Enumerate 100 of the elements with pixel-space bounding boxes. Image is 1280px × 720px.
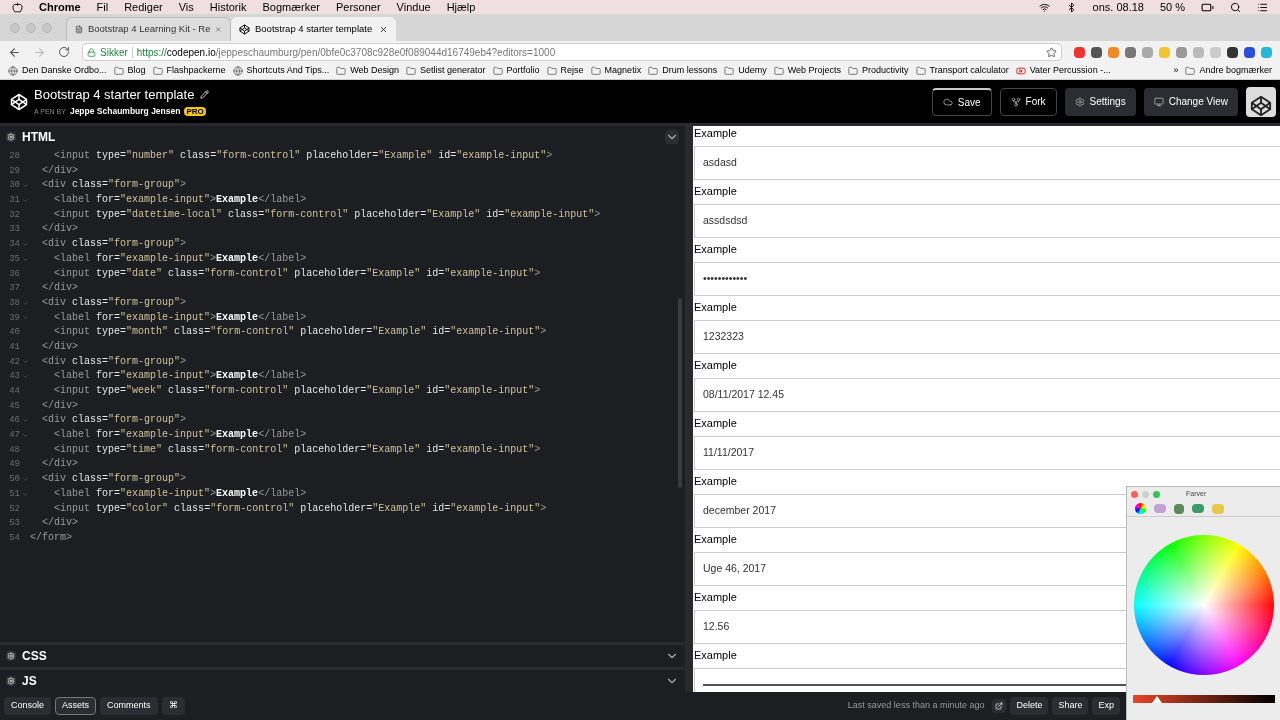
line-number: 47 (0, 428, 30, 443)
input-field[interactable]: assdsdsd (694, 204, 1280, 238)
image-tab-icon[interactable] (1192, 504, 1204, 513)
folder-icon (113, 66, 124, 76)
input-field[interactable]: asdasd (694, 146, 1280, 180)
footer-button[interactable]: ⌘ (161, 697, 185, 715)
footer-button[interactable]: Delete (1010, 697, 1049, 715)
bookmark-item[interactable]: Den Danske Ordbo... (8, 64, 107, 78)
settings-icon[interactable] (6, 651, 16, 661)
field-label: Example (694, 300, 738, 314)
line-number: 45 (8, 399, 21, 413)
bookmark-item[interactable]: Blog (113, 64, 146, 78)
pencil-icon[interactable] (200, 90, 210, 100)
footer-button[interactable]: Share (1052, 697, 1089, 715)
menu-item[interactable]: Personer (335, 0, 381, 16)
extension-icon[interactable] (1091, 46, 1102, 58)
brightness-slider[interactable] (1132, 695, 1275, 703)
wheel-tab-icon[interactable] (1135, 503, 1146, 514)
bookmark-item[interactable]: Web Projects (773, 64, 842, 78)
menu-item[interactable]: Bogmærker (262, 0, 320, 16)
apple-icon[interactable] (12, 1, 23, 13)
more-bookmarks[interactable]: » (1173, 64, 1179, 78)
chevron-down-icon[interactable] (665, 130, 679, 144)
line-number: 43 (0, 369, 30, 384)
menu-item[interactable]: Historik (209, 0, 247, 16)
input-field[interactable]: •••••••••••• (694, 262, 1280, 296)
bookmark-item[interactable]: Andre bogmærker (1185, 64, 1272, 78)
bookmark-item[interactable]: Udemy (724, 64, 767, 78)
reload-icon[interactable] (58, 46, 70, 58)
palette-tab-icon[interactable] (1174, 503, 1184, 514)
user-avatar[interactable] (1246, 86, 1276, 117)
tab-title: Bootstrap 4 starter template (255, 21, 374, 36)
bookmark-item[interactable]: Setlist generator (406, 64, 486, 78)
bookmark-item[interactable]: Rejse (546, 64, 584, 78)
settings-icon[interactable] (6, 676, 16, 686)
settings-icon (1074, 96, 1085, 107)
url-text: https://codepen.io/jeppeschaumburg/pen/0bfe0c3708c928e0f089044d16749eb4?editors=1000 (136, 45, 556, 60)
wifi-icon[interactable] (1038, 1, 1050, 13)
view-button[interactable]: Change View (1143, 87, 1238, 116)
line-number: 34 (0, 237, 30, 252)
menu-item[interactable]: Vindue (396, 0, 431, 16)
browser-tab[interactable]: Bootstrap 4 Learning Kit - Re (66, 17, 231, 41)
field-label: Example (694, 590, 738, 604)
bookmark-item[interactable]: Vater Percussion -... (1015, 64, 1111, 78)
code-line: <div class="form-group"> (41, 413, 187, 428)
menu-item[interactable]: Rediger (124, 0, 163, 16)
search-icon[interactable] (1230, 1, 1241, 13)
field-label: Example (694, 648, 738, 662)
bookmark-item[interactable]: Drum lessons (648, 64, 718, 78)
avatar-logo-icon (1250, 94, 1272, 117)
input-field[interactable]: 11/11/2017 (694, 436, 1280, 470)
input-field[interactable]: 08/11/2017 12.45 (694, 378, 1280, 412)
line-number: 49 (8, 458, 21, 472)
line-number: 39 (0, 310, 30, 326)
list-icon[interactable] (1257, 1, 1268, 13)
author-name[interactable]: Jeppe Schaumburg Jensen (69, 105, 181, 119)
bookmark-item[interactable]: Transport calculator (915, 64, 1009, 78)
close-icon[interactable] (379, 24, 388, 34)
code-line: <input type="datetime-local" class="form-control" placeholder="Example" id="example-input"> (53, 207, 601, 222)
bookmark-item[interactable]: Flashpackerne (152, 64, 226, 78)
bookmark-item[interactable]: Productivity (848, 64, 909, 78)
footer-button[interactable]: Console (4, 697, 52, 715)
menu-item[interactable]: Fil (96, 0, 109, 16)
field-label: Example (694, 184, 738, 198)
field-label: Example (694, 474, 738, 488)
code-line: <label for="example-input">Example</label> (53, 310, 307, 325)
footer-button[interactable]: Exp (1092, 697, 1120, 715)
bookmark-item[interactable]: Magnetix (590, 64, 642, 78)
back-icon[interactable] (8, 45, 21, 59)
bookmark-item[interactable]: Shortcuts And Tips... (232, 64, 330, 78)
address-field[interactable]: Sikker https://codepen.io/jeppeschaumburg/pen/0bfe0c3708c928e0f089044d16749eb4?editors=1000 (82, 43, 1062, 61)
forward-icon[interactable] (33, 45, 46, 59)
settings-icon[interactable] (6, 132, 16, 142)
sliders-tab-icon[interactable] (1154, 504, 1166, 513)
save-button[interactable]: Save (931, 87, 992, 116)
input-field[interactable]: 1232323 (694, 320, 1280, 354)
menu-item[interactable]: Vis (178, 0, 194, 16)
menu-item[interactable]: Hjælp (446, 0, 476, 16)
slider-thumb[interactable] (1151, 696, 1162, 703)
code-line: <label for="example-input">Example</label> (53, 251, 307, 266)
extension-icon[interactable] (1244, 46, 1255, 58)
bookmark-item[interactable]: Web Design (336, 64, 399, 78)
settings-button[interactable]: Settings (1064, 87, 1136, 116)
code-line: <input type="time" class="form-control" placeholder="Example" id="example-input"> (53, 442, 541, 457)
code-line: <label for="example-input">Example</label> (53, 193, 307, 208)
menu-clock[interactable]: ons. 08.18 (1092, 0, 1144, 16)
bookmark-item[interactable]: Portfolio (492, 64, 540, 78)
tab-title: Bootstrap 4 Learning Kit - Re (87, 22, 211, 37)
line-number: 40 (8, 326, 21, 340)
browser-tab[interactable]: Bootstrap 4 starter template (231, 17, 396, 41)
footer-button[interactable]: Assets (55, 697, 97, 715)
menu-item[interactable]: Chrome (39, 0, 81, 16)
pen-title[interactable]: Bootstrap 4 starter template (34, 84, 195, 105)
line-number: 29 (8, 164, 21, 178)
bookmark-star-icon[interactable] (1046, 46, 1057, 58)
external-link-icon[interactable] (992, 699, 1007, 713)
folder-icon (590, 66, 601, 76)
fork-button[interactable]: Fork (999, 87, 1057, 116)
footer-button[interactable]: Comments (100, 697, 158, 715)
extension-icon[interactable] (1227, 46, 1238, 58)
